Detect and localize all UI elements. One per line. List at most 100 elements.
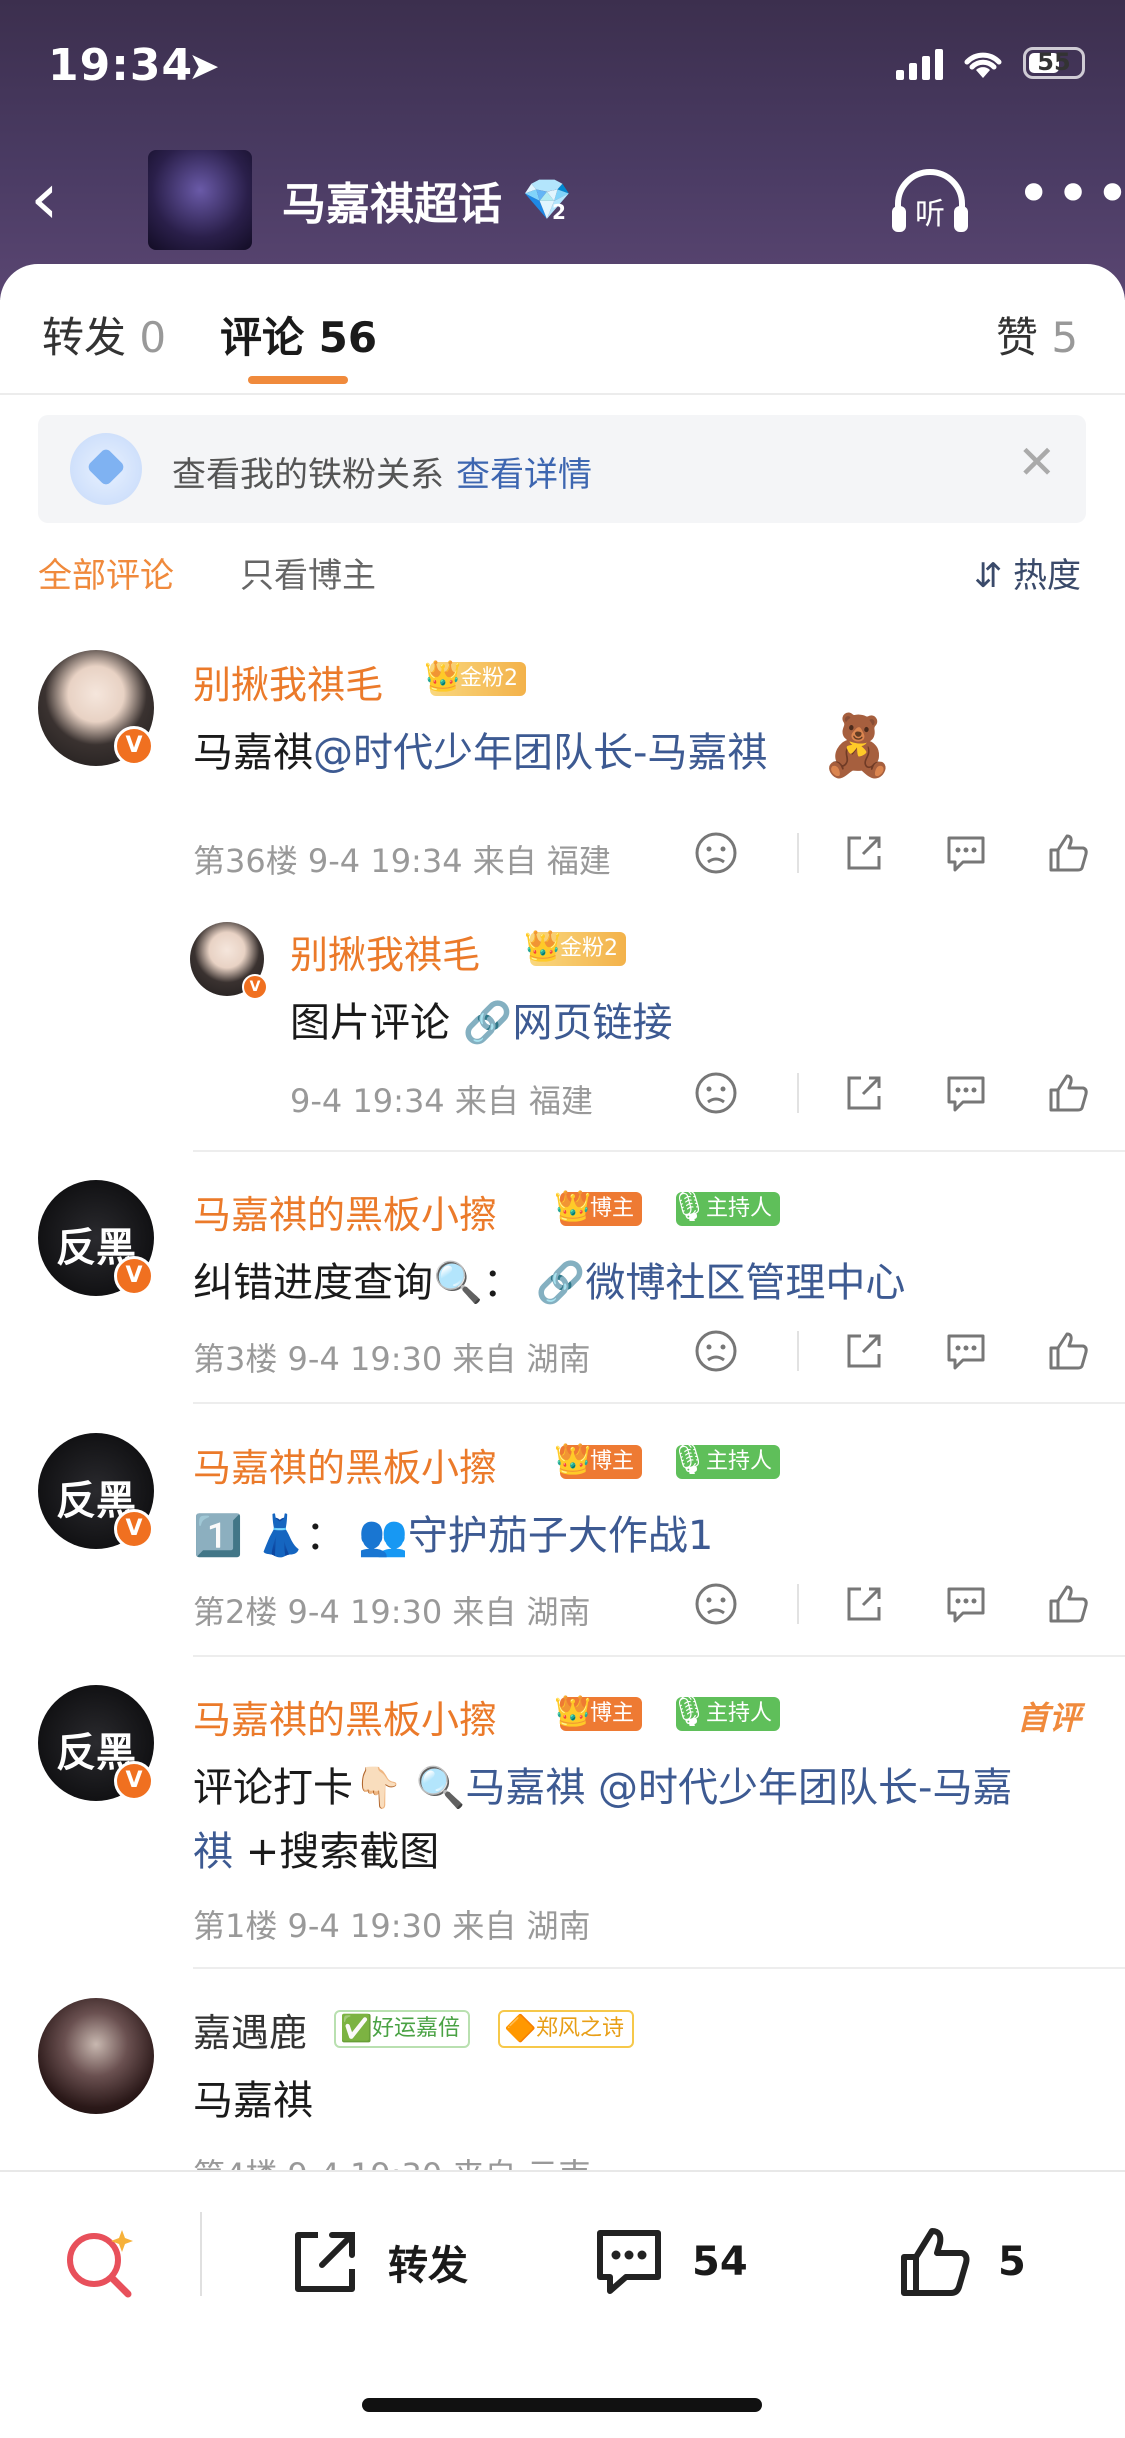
reply-comment-icon[interactable] [943,1328,989,1374]
badge-label: 主持人 [706,1701,773,1726]
divider [0,393,1125,395]
host-avatar-icon: 🎙 [670,1189,709,1224]
host-badge[interactable]: 🎙 主持人 [670,1694,781,1731]
repost-button[interactable]: 转发 [286,2220,468,2304]
diamond-level-icon[interactable]: 💎 2 [522,176,572,224]
comment-meta: 第3楼 9-4 19:30 来自 湖南 [193,1340,591,1378]
active-tab-indicator [248,376,348,384]
actions-divider [797,1073,799,1113]
avatar[interactable] [38,1998,154,2114]
home-indicator[interactable] [362,2398,762,2412]
location-arrow-icon: ➤ [188,44,220,88]
comment-divider [193,1655,1125,1657]
comment-text-prefix: 评论打卡👇🏻 [193,1765,403,1811]
blogger-badge[interactable]: 👑 博主 [554,1189,643,1226]
comment-actions [637,830,1091,876]
like-button[interactable]: 5 [896,2220,1026,2304]
level-diamond-icon: 🔶 [504,2014,537,2044]
like-thumb-icon[interactable] [1045,1581,1091,1627]
dislike-face-icon[interactable] [693,830,739,876]
tab-count: 0 [139,313,167,362]
comment-text: 1️⃣ 👗： 👥守护茄子大作战1 [193,1503,713,1561]
reply-comment-icon[interactable] [943,830,989,876]
badge-label: 博主 [590,1196,635,1221]
host-badge[interactable]: 🎙 主持人 [670,1189,781,1226]
search-link-continued[interactable]: 祺 [193,1829,233,1875]
supertopic-group-icon: 👥 [358,1513,408,1559]
link-icon: 🔗 [535,1260,586,1306]
bottom-divider [200,2212,202,2296]
tab-count: 5 [1051,313,1079,362]
banner-details-link[interactable]: 查看详情 [456,455,592,495]
actions-divider [797,1584,799,1624]
username[interactable]: 嘉遇鹿 [193,2002,307,2057]
tab-reposts[interactable]: 转发 0 [42,304,166,365]
like-thumb-icon[interactable] [1045,1328,1091,1374]
more-menu-button[interactable]: ••• [1016,164,1125,224]
poem-badge[interactable]: 🔶 郑风之诗 [498,2010,635,2048]
username[interactable]: 马嘉祺的黑板小擦 [193,1184,497,1239]
comment-filters: 全部评论 只看博主 ⇵ 热度 [0,548,1125,598]
cellular-signal-icon [896,46,943,80]
dislike-face-icon[interactable] [693,1328,739,1374]
search-icon: 🔍 [415,1765,466,1811]
back-button[interactable]: ‹ [30,162,59,234]
share-icon[interactable] [841,1581,887,1627]
tab-count: 56 [318,313,378,362]
check-icon: ✅ [340,2014,373,2044]
username[interactable]: 马嘉祺的黑板小擦 [193,1689,497,1744]
comment-meta: 第1楼 9-4 19:30 来自 湖南 [193,1907,591,1945]
reply-username[interactable]: 别揪我祺毛 [290,924,480,979]
listen-label: 听 [915,197,945,232]
fan-level-badge[interactable]: 👑 金粉2 [524,929,626,966]
badge-label: 郑风之诗 [536,2016,625,2041]
tab-comments[interactable]: 评论 56 [220,304,377,365]
like-thumb-icon[interactable] [1045,1070,1091,1116]
sort-by-heat-button[interactable]: ⇵ 热度 [974,548,1081,597]
username[interactable]: 马嘉祺的黑板小擦 [193,1437,497,1492]
luck-badge[interactable]: ✅ 好运嘉倍 [334,2010,471,2048]
reply-comment-icon[interactable] [943,1581,989,1627]
host-avatar-icon: 🎙 [670,1442,709,1477]
community-link[interactable]: 微博社区管理中心 [585,1260,905,1306]
badge-label: 博主 [590,1449,635,1474]
comment-text-prefix: 1️⃣ 👗： [193,1513,346,1559]
filter-all-comments[interactable]: 全部评论 [38,548,174,597]
group-link[interactable]: 守护茄子大作战1 [408,1513,713,1559]
supertopic-cover-image[interactable] [148,150,252,250]
dislike-face-icon[interactable] [693,1581,739,1627]
actions-divider [797,833,799,873]
page-title[interactable]: 马嘉祺超话 [282,168,502,232]
comment-divider [193,1150,1125,1152]
search-sparkle-icon[interactable] [60,2224,140,2304]
mention-link[interactable]: @时代少年团队长-马嘉祺 [313,730,767,776]
comments-button[interactable]: 54 [590,2220,748,2304]
blogger-badge[interactable]: 👑 博主 [554,1694,643,1731]
share-icon[interactable] [841,830,887,876]
share-icon[interactable] [841,1070,887,1116]
search-link[interactable]: 马嘉祺 @时代少年团队长-马嘉 [465,1765,1012,1811]
comment-text-prefix: 纠错进度查询🔍： [193,1260,523,1306]
fan-level-badge[interactable]: 👑 金粉2 [424,659,526,696]
crown-icon: 👑 [554,1189,592,1224]
share-icon[interactable] [841,1328,887,1374]
blogger-badge[interactable]: 👑 博主 [554,1442,643,1479]
filter-blogger-only[interactable]: 只看博主 [240,548,376,597]
host-badge[interactable]: 🎙 主持人 [670,1442,781,1479]
headphones-listen-icon[interactable]: 听 [888,166,972,238]
username[interactable]: 别揪我祺毛 [193,654,383,709]
comment-item: V 马嘉祺的黑板小擦 👑博主 🎙主持人 纠错进度查询🔍： 🔗微博社区管理中心 第… [0,1170,1125,1400]
comment-actions [637,1581,1091,1627]
dislike-face-icon[interactable] [693,1070,739,1116]
comment-text: 纠错进度查询🔍： 🔗微博社区管理中心 [193,1250,905,1308]
comment-text-line1: 评论打卡👇🏻 🔍马嘉祺 @时代少年团队长-马嘉 [193,1755,1013,1813]
crown-icon: 👑 [524,929,562,964]
web-link[interactable]: 网页链接 [513,1000,673,1046]
like-thumb-icon[interactable] [1045,830,1091,876]
iron-fan-banner[interactable]: 查看我的铁粉关系 查看详情 ✕ [38,415,1086,523]
reply-comment-icon[interactable] [943,1070,989,1116]
tab-likes[interactable]: 赞 5 [996,304,1078,365]
first-comment-label: 首评 [1016,1699,1081,1737]
comment-text-line2: 祺 +搜索截图 [193,1819,439,1877]
close-icon[interactable]: ✕ [1017,435,1056,489]
